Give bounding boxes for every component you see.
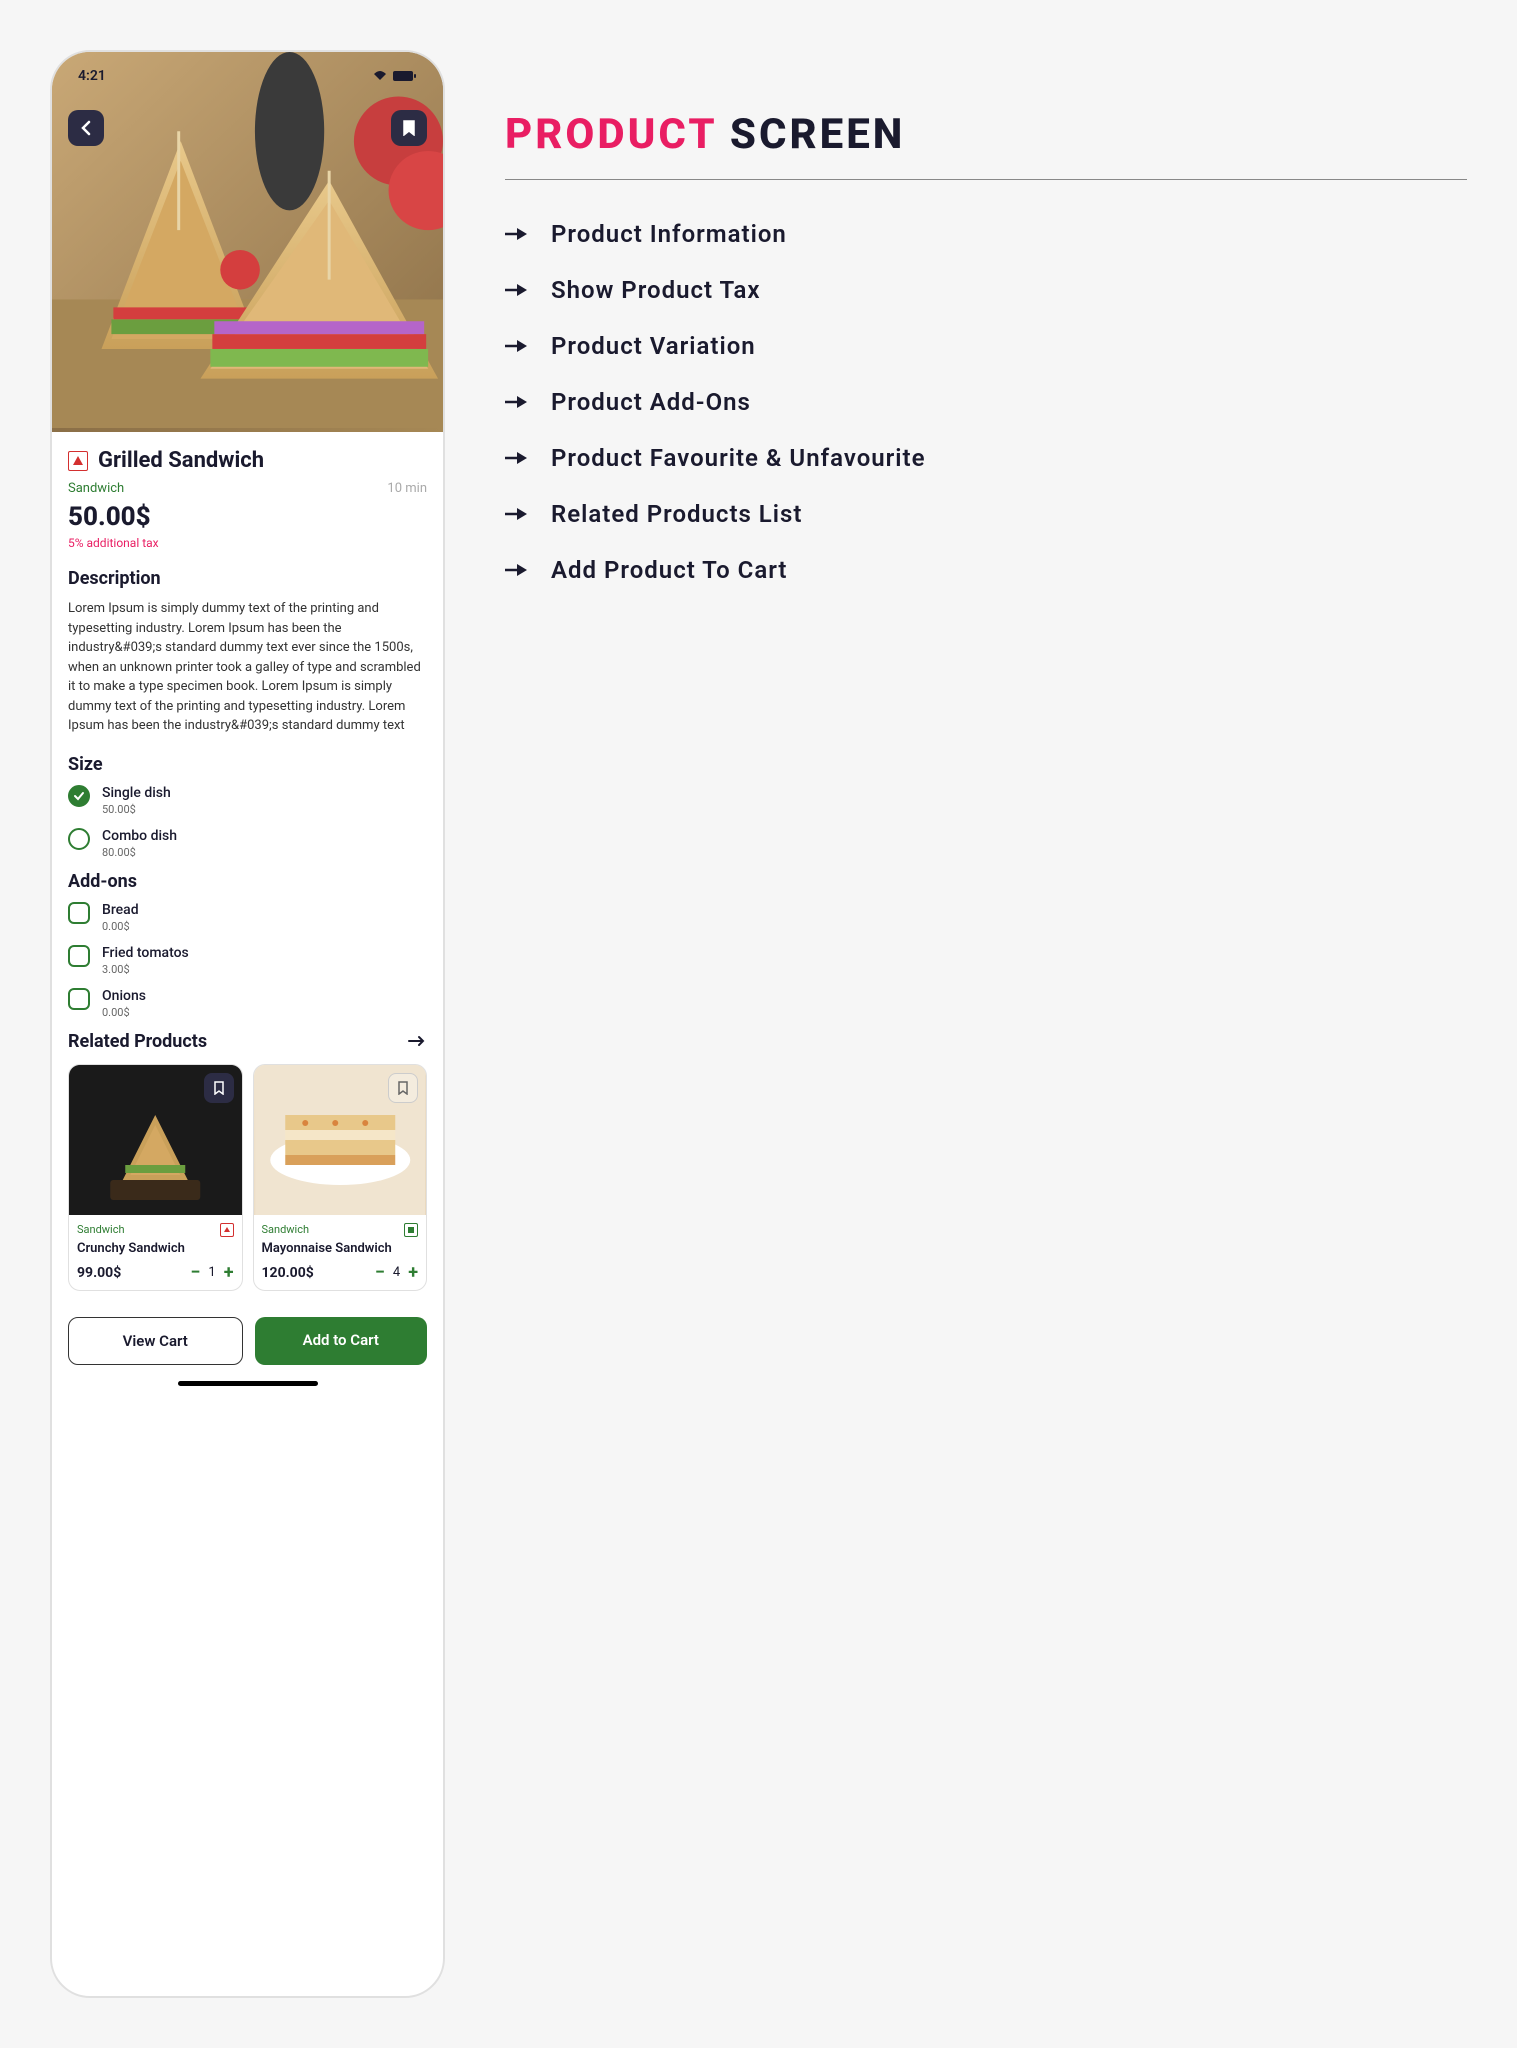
addon-label: Onions (102, 988, 146, 1004)
related-heading: Related Products (68, 1031, 207, 1052)
battery-icon (393, 70, 417, 82)
status-icons (372, 68, 417, 84)
title-dark: SCREEN (730, 110, 905, 159)
card-image (69, 1065, 242, 1215)
feature-text: Product Information (551, 220, 787, 248)
radio-selected-icon (68, 785, 90, 807)
checkbox-icon (68, 902, 90, 924)
feature-item: Product Variation (505, 332, 1467, 360)
addon-price: 0.00$ (102, 920, 139, 933)
checkbox-icon (68, 945, 90, 967)
feature-item: Product Favourite & Unfavourite (505, 444, 1467, 472)
feature-text: Product Favourite & Unfavourite (551, 444, 926, 472)
feature-text: Product Add-Ons (551, 388, 751, 416)
card-price: 120.00$ (262, 1265, 314, 1281)
chevron-left-icon (81, 120, 91, 136)
size-option-label: Single dish (102, 785, 171, 801)
feature-text: Product Variation (551, 332, 756, 360)
addon-price: 3.00$ (102, 963, 189, 976)
feature-item: Related Products List (505, 500, 1467, 528)
bookmark-icon (397, 1081, 409, 1095)
arrow-icon (505, 338, 529, 354)
bookmark-icon (213, 1081, 225, 1095)
size-option-price: 80.00$ (102, 846, 177, 859)
feature-text: Add Product To Cart (551, 556, 788, 584)
related-product-card[interactable]: Sandwich Crunchy Sandwich 99.00$ − 1 + (68, 1064, 243, 1291)
features-title: PRODUCT SCREEN (505, 110, 1467, 159)
card-title: Mayonnaise Sandwich (262, 1241, 419, 1256)
bookmark-icon (402, 120, 416, 136)
addon-option[interactable]: Bread 0.00$ (68, 902, 427, 933)
features-panel: PRODUCT SCREEN Product Information Show … (505, 50, 1467, 1998)
add-to-cart-button[interactable]: Add to Cart (255, 1317, 428, 1365)
size-option[interactable]: Single dish 50.00$ (68, 785, 427, 816)
qty-minus-button[interactable]: − (190, 1264, 200, 1282)
feature-item: Product Information (505, 220, 1467, 248)
status-bar: 4:21 (52, 52, 443, 90)
wifi-icon (372, 70, 388, 82)
divider (505, 179, 1467, 180)
arrow-icon (505, 450, 529, 466)
arrow-icon (505, 282, 529, 298)
arrow-right-icon[interactable] (407, 1035, 427, 1047)
card-price: 99.00$ (77, 1265, 121, 1281)
related-product-card[interactable]: Sandwich Mayonnaise Sandwich 120.00$ − 4… (253, 1064, 428, 1291)
title-accent: PRODUCT (505, 110, 716, 159)
tax-note: 5% additional tax (68, 536, 427, 550)
nonveg-indicator-icon (68, 451, 88, 471)
addons-heading: Add-ons (68, 871, 427, 892)
arrow-icon (505, 394, 529, 410)
description-text: Lorem Ipsum is simply dummy text of the … (68, 599, 427, 736)
home-indicator (178, 1381, 318, 1386)
addon-label: Fried tomatos (102, 945, 189, 961)
product-price: 50.00$ (68, 502, 427, 532)
prep-time-label: 10 min (387, 481, 427, 496)
arrow-icon (505, 506, 529, 522)
card-category: Sandwich (77, 1223, 125, 1236)
back-button[interactable] (68, 110, 104, 146)
addon-option[interactable]: Onions 0.00$ (68, 988, 427, 1019)
product-title: Grilled Sandwich (98, 448, 264, 473)
size-heading: Size (68, 754, 427, 775)
category-label: Sandwich (68, 481, 124, 496)
card-favourite-button[interactable] (204, 1073, 234, 1103)
arrow-icon (505, 226, 529, 242)
card-title: Crunchy Sandwich (77, 1241, 234, 1256)
arrow-icon (505, 562, 529, 578)
qty-value: 4 (393, 1265, 400, 1280)
feature-text: Related Products List (551, 500, 802, 528)
favourite-button[interactable] (391, 110, 427, 146)
status-time: 4:21 (78, 68, 106, 84)
card-image (254, 1065, 427, 1215)
addon-option[interactable]: Fried tomatos 3.00$ (68, 945, 427, 976)
veg-badge-icon (404, 1223, 418, 1237)
card-favourite-button[interactable] (388, 1073, 418, 1103)
addon-label: Bread (102, 902, 139, 918)
checkbox-icon (68, 988, 90, 1010)
feature-text: Show Product Tax (551, 276, 761, 304)
qty-plus-button[interactable]: + (408, 1264, 418, 1282)
addon-price: 0.00$ (102, 1006, 146, 1019)
qty-plus-button[interactable]: + (224, 1264, 234, 1282)
feature-item: Add Product To Cart (505, 556, 1467, 584)
view-cart-button[interactable]: View Cart (68, 1317, 243, 1365)
size-option[interactable]: Combo dish 80.00$ (68, 828, 427, 859)
feature-item: Product Add-Ons (505, 388, 1467, 416)
description-heading: Description (68, 568, 427, 589)
phone-mockup: 4:21 (50, 50, 445, 1998)
size-option-price: 50.00$ (102, 803, 171, 816)
qty-value: 1 (208, 1265, 215, 1280)
feature-item: Show Product Tax (505, 276, 1467, 304)
nonveg-badge-icon (220, 1223, 234, 1237)
product-hero-image (52, 52, 443, 432)
radio-unselected-icon (68, 828, 90, 850)
qty-minus-button[interactable]: − (375, 1264, 385, 1282)
size-option-label: Combo dish (102, 828, 177, 844)
card-category: Sandwich (262, 1223, 310, 1236)
